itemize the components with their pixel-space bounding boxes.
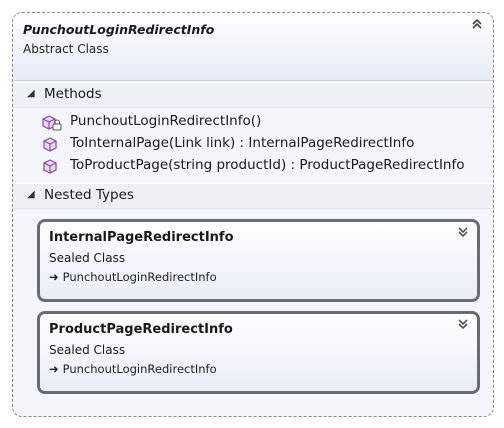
class-shape[interactable]: PunchoutLoginRedirectInfo Abstract Class… (12, 12, 494, 417)
nested-class-shape[interactable]: ProductPageRedirectInfo Sealed Class ➜ Pu… (37, 311, 480, 394)
protected-method-icon (42, 115, 62, 131)
nested-types-section-header[interactable]: ◢ Nested Types (13, 183, 493, 209)
double-chevron-down-icon[interactable] (457, 318, 469, 333)
inheritance-arrow-icon: ➜ (49, 270, 59, 284)
nested-class-header: ProductPageRedirectInfo Sealed Class ➜ Pu… (40, 314, 477, 391)
methods-section-label: Methods (44, 86, 102, 102)
collapse-triangle-icon[interactable]: ◢ (27, 88, 35, 99)
double-chevron-up-icon[interactable] (471, 18, 483, 33)
base-class: ➜ PunchoutLoginRedirectInfo (49, 362, 217, 376)
nested-class-kind: Sealed Class (49, 251, 126, 265)
collapse-triangle-icon[interactable]: ◢ (27, 189, 35, 200)
nested-class-name: ProductPageRedirectInfo (49, 322, 233, 337)
double-chevron-down-icon[interactable] (457, 226, 469, 241)
base-class-name: PunchoutLoginRedirectInfo (62, 362, 217, 376)
nested-class-kind: Sealed Class (49, 343, 126, 357)
public-method-icon (43, 137, 57, 152)
method-signature: ToProductPage(string productId) : Produc… (70, 157, 465, 173)
base-class-name: PunchoutLoginRedirectInfo (62, 270, 217, 284)
class-header: PunchoutLoginRedirectInfo Abstract Class (13, 13, 493, 81)
method-signature: ToInternalPage(Link link) : InternalPage… (70, 135, 415, 151)
methods-section-header[interactable]: ◢ Methods (13, 82, 493, 108)
nested-class-shape[interactable]: InternalPageRedirectInfo Sealed Class ➜ P… (37, 219, 480, 302)
method-signature: PunchoutLoginRedirectInfo() (70, 113, 262, 129)
nested-types-section-label: Nested Types (44, 187, 134, 203)
class-name: PunchoutLoginRedirectInfo (23, 22, 215, 37)
inheritance-arrow-icon: ➜ (49, 362, 59, 376)
class-kind: Abstract Class (23, 42, 109, 56)
nested-class-name: InternalPageRedirectInfo (49, 230, 234, 245)
public-method-icon (43, 159, 57, 174)
base-class: ➜ PunchoutLoginRedirectInfo (49, 270, 217, 284)
nested-class-header: InternalPageRedirectInfo Sealed Class ➜ P… (40, 222, 477, 299)
